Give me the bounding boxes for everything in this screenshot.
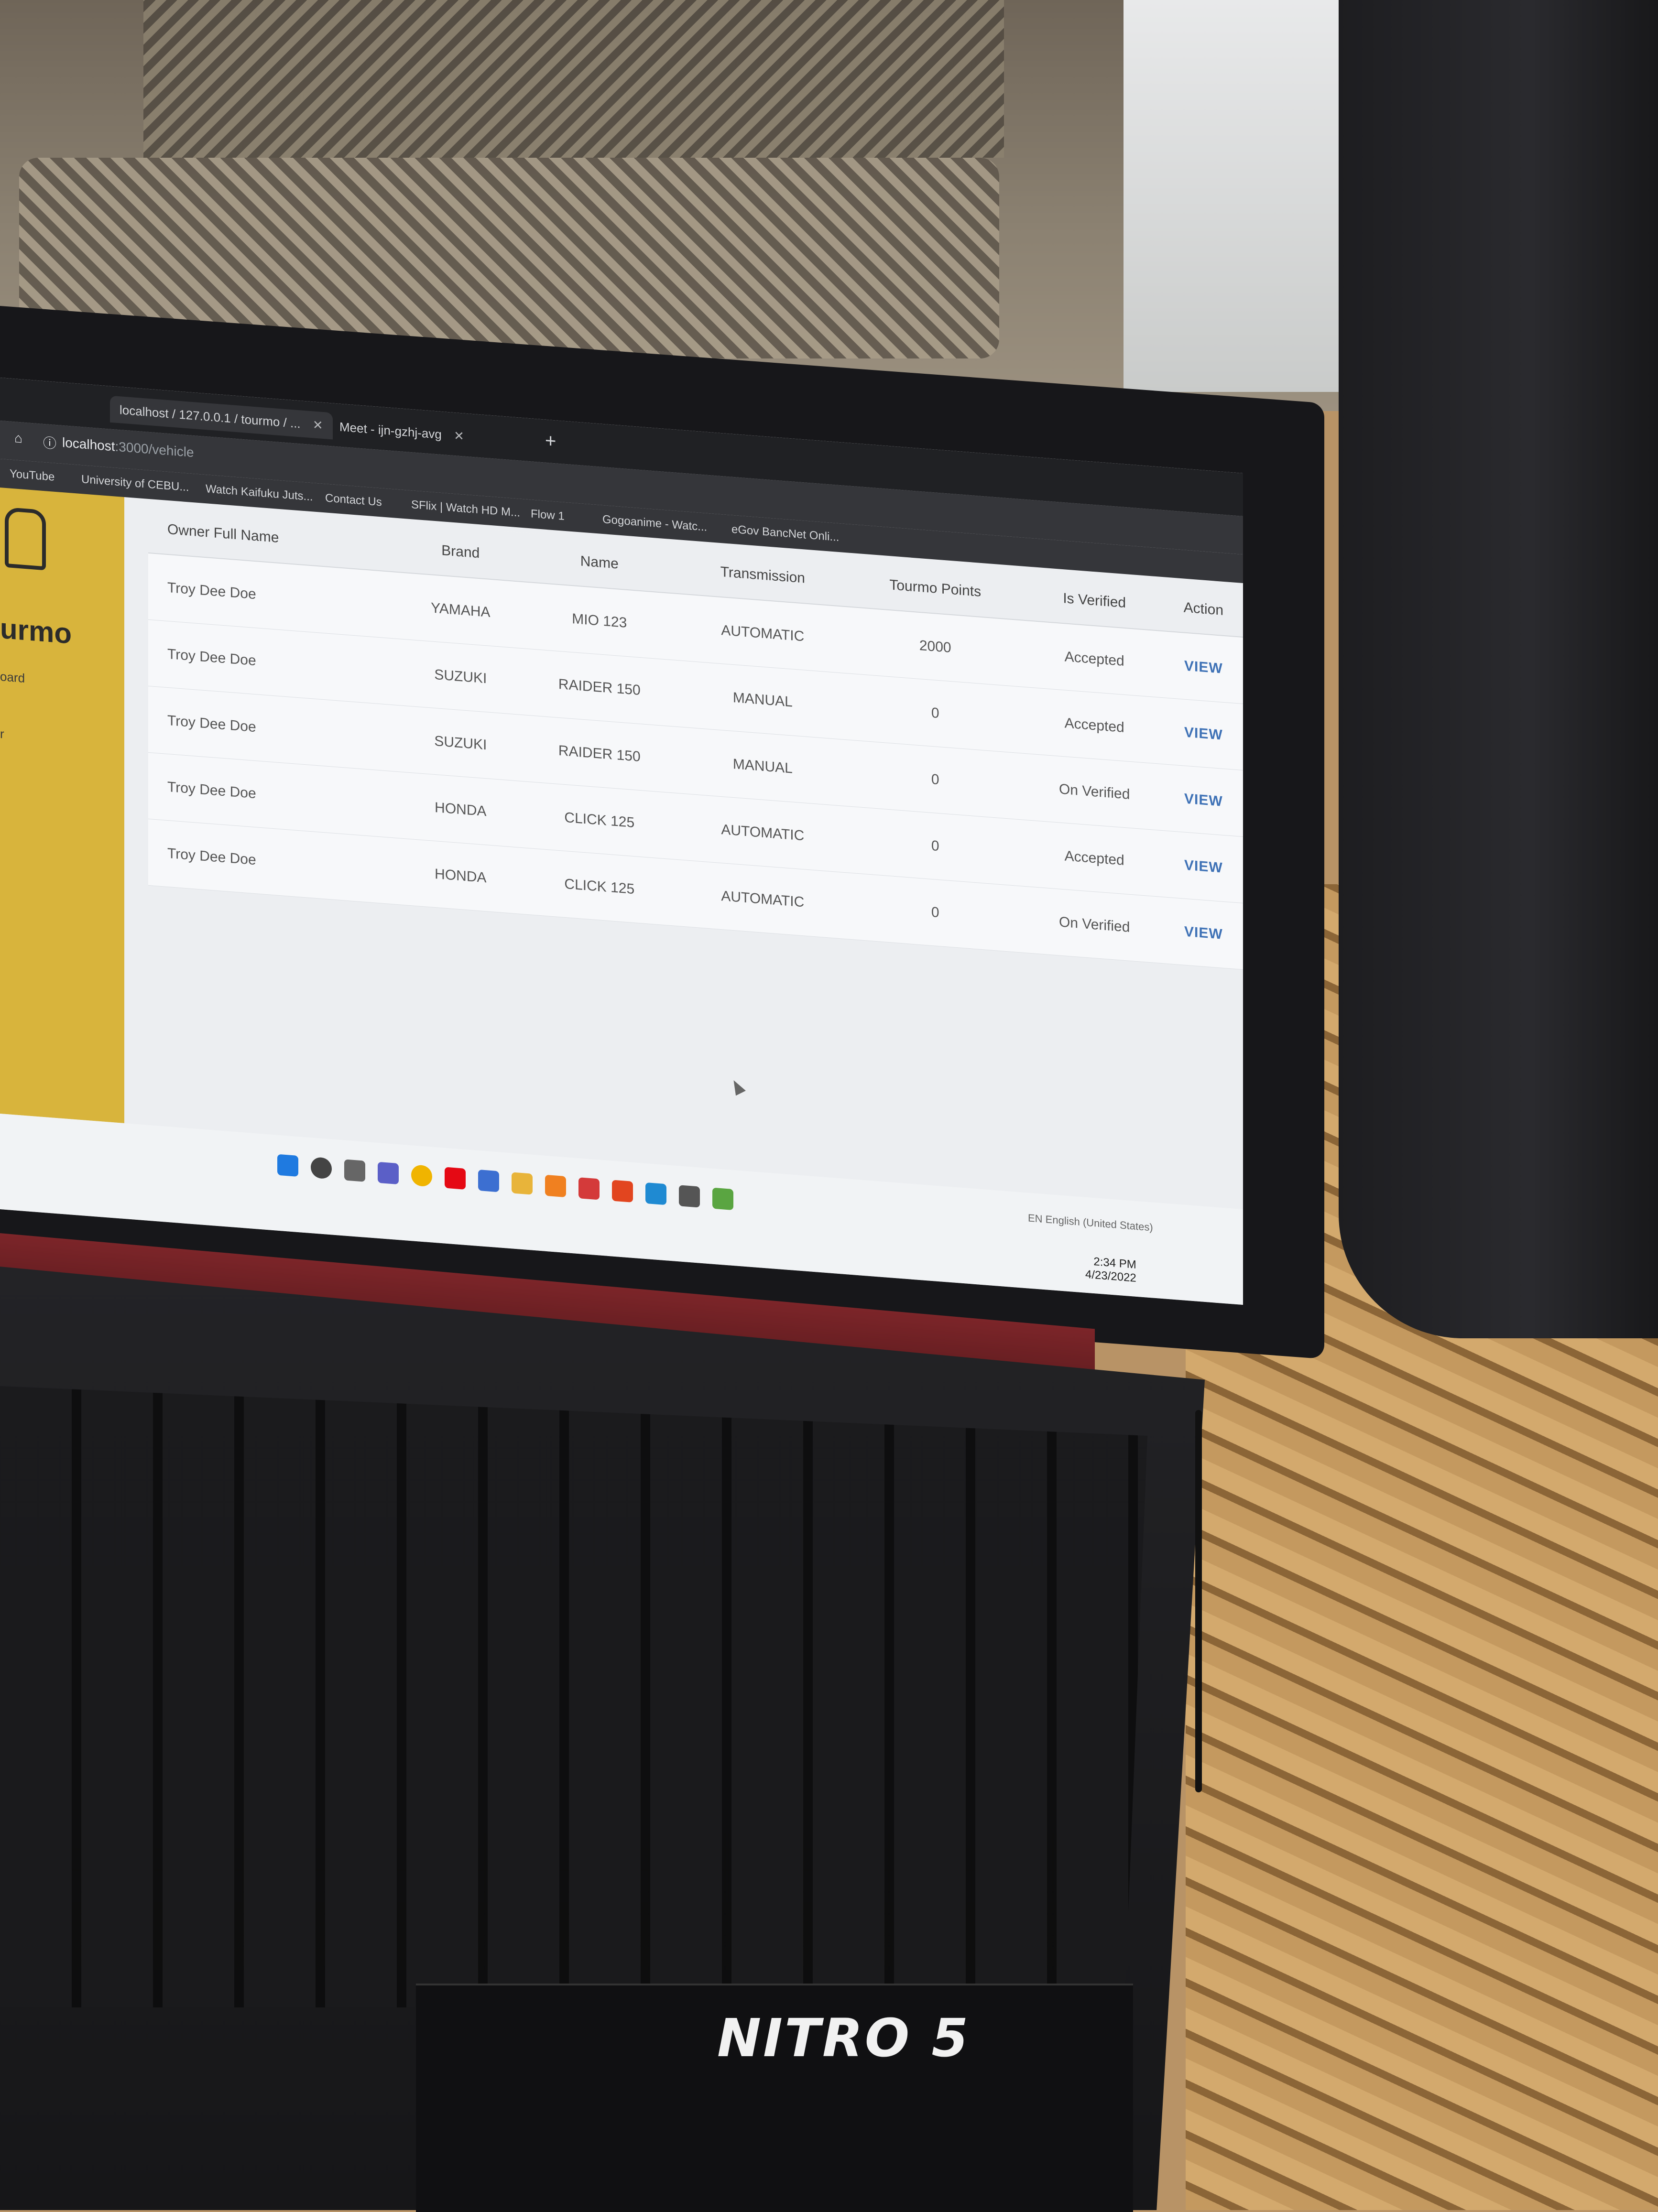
office-icon[interactable] [612,1180,633,1203]
cell-transmission: AUTOMATIC [679,859,846,939]
url-host: localhost [62,435,115,454]
cell-verified: On Verified [1025,886,1164,964]
cell-name: CLICK 125 [519,847,680,926]
close-icon[interactable]: ✕ [454,428,464,444]
url-field[interactable]: localhost:3000/vehicle [62,435,194,460]
tab-meet[interactable]: Meet - ijn-gzhj-avg ✕ [330,412,474,450]
chrome-icon[interactable] [411,1164,432,1187]
bookmark-egov[interactable]: eGov BancNet Onli... [731,523,839,544]
cell-verified: Accepted [1025,687,1164,764]
cell-brand: SUZUKI [402,705,519,781]
bookmark-uc[interactable]: University of CEBU... [81,473,189,494]
wicker-chair-back [143,0,1004,158]
view-button[interactable]: VIEW [1184,658,1223,677]
laptop-screen: localhost / 127.0.0.1 / tourmo / ... ✕ M… [0,378,1243,1305]
cell-action: VIEW [1164,697,1243,770]
windows-start-icon[interactable] [277,1154,298,1177]
view-button[interactable]: VIEW [1184,725,1223,743]
tab-title: Meet - ijn-gzhj-avg [339,419,442,442]
cell-brand: SUZUKI [402,639,519,715]
mouse-cursor [729,1077,746,1096]
tab-title: localhost / 127.0.0.1 / tourmo / ... [120,402,301,431]
cell-transmission: MANUAL [679,726,846,806]
close-icon[interactable]: ✕ [313,417,323,433]
cell-transmission: AUTOMATIC [679,793,846,873]
site-info-icon[interactable]: ⓘ [43,433,56,453]
store-icon[interactable] [478,1169,499,1193]
cell-name: RAIDER 150 [519,648,680,727]
sidebar: urmo oard r [0,488,124,1124]
bookmark-contact-us[interactable]: Contact Us [325,491,382,509]
main-content: Owner Full Name Brand Name Transmission … [124,497,1243,1210]
system-clock[interactable]: 2:34 PM 4/23/2022 [1085,1255,1136,1285]
chat-icon[interactable] [378,1161,399,1185]
window-light [1124,0,1363,392]
nodejs-icon[interactable] [712,1187,733,1211]
cell-transmission: MANUAL [679,660,846,740]
cell-action: VIEW [1164,764,1243,837]
cell-action: VIEW [1164,631,1243,704]
model-badge: NITRO 5 [717,2007,971,2069]
sidebar-item-other[interactable]: r [0,726,4,742]
file-explorer-icon[interactable] [512,1172,533,1195]
cell-verified: Accepted [1025,620,1164,698]
new-tab-icon[interactable]: + [545,430,556,453]
sidebar-item-dashboard[interactable]: oard [0,669,25,686]
column-header: Action [1164,582,1243,638]
home-icon[interactable]: ⌂ [14,430,22,446]
cell-verified: On Verified [1025,753,1164,831]
cell-name: MIO 123 [519,581,680,661]
terminal-icon[interactable] [679,1185,700,1208]
cell-transmission: AUTOMATIC [679,594,846,673]
cell-action: VIEW [1164,830,1243,903]
backpack [1339,0,1658,1338]
bookmark-flow[interactable]: Flow 1 [531,507,565,523]
cell-name: RAIDER 150 [519,715,680,793]
scooter-icon [5,507,46,571]
cell-points: 0 [845,872,1025,953]
vscode-icon[interactable] [645,1182,666,1205]
view-button[interactable]: VIEW [1184,857,1223,876]
cell-brand: HONDA [402,838,519,914]
cell-brand: YAMAHA [402,572,519,649]
view-button[interactable]: VIEW [1184,791,1223,810]
url-path: :3000/vehicle [115,439,194,460]
bookmark-kaifuku[interactable]: Watch Kaifuku Juts... [206,482,313,504]
cell-action: VIEW [1164,897,1243,970]
app-logo: urmo [0,612,72,650]
view-button[interactable]: VIEW [1184,924,1223,943]
bookmark-youtube[interactable]: YouTube [10,467,55,484]
vehicle-table: Owner Full Name Brand Name Transmission … [148,503,1243,970]
vlc-icon[interactable] [545,1174,566,1198]
wps-icon[interactable] [578,1177,600,1200]
task-view-icon[interactable] [344,1159,365,1182]
cell-name: CLICK 125 [519,781,680,860]
charging-cable [1195,1410,1202,1792]
search-icon[interactable] [311,1157,332,1180]
column-header: Brand [402,523,519,582]
language-indicator[interactable]: EN English (United States) [1028,1212,1153,1234]
cell-verified: Accepted [1025,820,1164,897]
netflix-icon[interactable] [445,1167,466,1190]
keyboard-keys [0,1386,1147,2007]
bookmark-sflix[interactable]: SFlix | Watch HD M... [411,498,520,520]
bookmark-gogoanime[interactable]: Gogoanime - Watc... [602,513,707,534]
cell-brand: HONDA [402,772,519,848]
